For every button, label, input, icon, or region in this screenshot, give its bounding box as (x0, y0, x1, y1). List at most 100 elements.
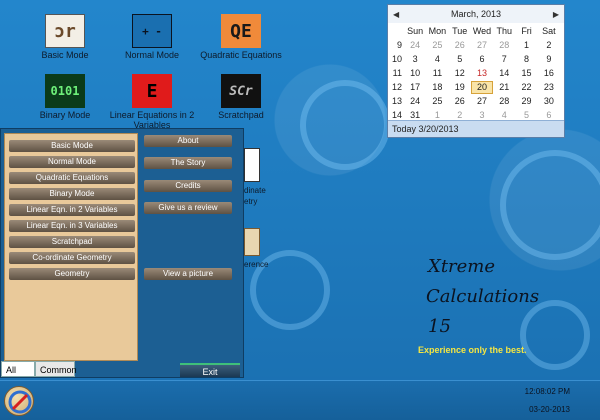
exit-button[interactable]: Exit (180, 363, 240, 377)
calendar-day[interactable]: 27 (471, 39, 493, 52)
normal-mode-icon: + - (132, 14, 172, 48)
calendar-day[interactable]: 25 (426, 39, 448, 52)
menu-item-scratchpad[interactable]: Scratchpad (9, 236, 135, 248)
weekday-label: Wed (472, 26, 492, 36)
scratchpad-icon: SCr (221, 74, 261, 108)
taskbar-time: 12:08:02 PM (524, 387, 570, 396)
calendar-day[interactable]: 12 (449, 67, 471, 80)
tab-all[interactable]: All (1, 361, 35, 377)
week-number: 10 (392, 54, 403, 64)
calendar-today-link[interactable]: Today 3/20/2013 (388, 120, 564, 137)
calendar-day[interactable]: 2 (538, 39, 560, 52)
calendar-day[interactable]: 26 (449, 95, 471, 108)
calendar-day[interactable]: 28 (493, 95, 515, 108)
menu-item-normal-mode[interactable]: Normal Mode (9, 156, 135, 168)
binary-mode-icon: 0101 (45, 74, 85, 108)
taskbar-date: 03-20-2013 (529, 405, 570, 414)
calendar-grid: Sun Mon Tue Wed Thu Fri Sat 9 24 25 26 27 28 1… (388, 23, 564, 122)
week-number-header (392, 25, 404, 38)
desktop-icon-quadratic-equations[interactable]: QE Quadratic Equations (196, 14, 286, 60)
calendar-day[interactable]: 18 (426, 81, 448, 94)
weekday-label: Fri (521, 26, 532, 36)
program-list-panel: Basic Mode Normal Mode Quadratic Equatio… (4, 133, 138, 361)
calendar-day[interactable]: 4 (426, 53, 448, 66)
app-brand: Xtreme Calculations 15 (426, 252, 540, 342)
calendar-day[interactable]: 24 (404, 39, 426, 52)
prev-month-icon[interactable]: ◀ (393, 10, 399, 19)
calendar-day[interactable]: 19 (449, 81, 471, 94)
give-review-button[interactable]: Give us a review (144, 202, 232, 214)
calendar-day[interactable]: 14 (493, 67, 515, 80)
calendar-day[interactable]: 13 (471, 67, 493, 80)
weekday-label: Mon (428, 26, 447, 36)
partial-icon-tile (244, 148, 260, 182)
brand-line-3: 15 (428, 316, 451, 337)
calendar-day[interactable]: 20 (470, 81, 494, 94)
week-number: 12 (392, 82, 403, 92)
weekday-label: Sun (407, 26, 424, 36)
tab-common[interactable]: Common (35, 361, 77, 377)
start-menu: Basic Mode Normal Mode Quadratic Equatio… (0, 128, 244, 378)
desktop-icon-label: Normal Mode (124, 50, 180, 60)
start-button[interactable] (4, 386, 34, 416)
calendar-day[interactable]: 17 (404, 81, 426, 94)
menu-item-geometry[interactable]: Geometry (9, 268, 135, 280)
menu-item-linear-3-variables[interactable]: Linear Eqn. in 3 Variables (9, 220, 135, 232)
calendar-day[interactable]: 24 (404, 95, 426, 108)
brand-line-1: Xtreme (428, 256, 496, 277)
calendar-day[interactable]: 3 (404, 53, 426, 66)
calendar-month-title[interactable]: March, 2013 (451, 9, 501, 19)
desktop-icon-scratchpad[interactable]: SCr Scratchpad (196, 74, 286, 120)
partial-icon-label: etry (244, 197, 258, 206)
next-month-icon[interactable]: ▶ (553, 10, 559, 19)
view-picture-button[interactable]: View a picture (144, 268, 232, 280)
calendar-day[interactable]: 28 (493, 39, 515, 52)
calendar-day[interactable]: 1 (515, 39, 537, 52)
calendar-day[interactable]: 9 (538, 53, 560, 66)
quadratic-equations-icon: QE (221, 14, 261, 48)
calendar-day[interactable]: 10 (404, 67, 426, 80)
calendar-day[interactable]: 29 (515, 95, 537, 108)
menu-item-binary-mode[interactable]: Binary Mode (9, 188, 135, 200)
week-number: 13 (392, 96, 403, 106)
desktop-icon-basic-mode[interactable]: ɔr Basic Mode (20, 14, 110, 60)
linear-equations-icon: E (132, 74, 172, 108)
partial-icon-label: dinate (244, 186, 266, 195)
partial-icon-label: erence (244, 260, 269, 269)
calendar-day[interactable]: 26 (449, 39, 471, 52)
calendar-day[interactable]: 6 (471, 53, 493, 66)
about-button[interactable]: About (144, 135, 232, 147)
desktop-icon-label: Binary Mode (39, 110, 91, 120)
calendar-day[interactable]: 15 (515, 67, 537, 80)
calendar-day[interactable]: 25 (426, 95, 448, 108)
desktop-icon-linear-equations[interactable]: E Linear Equations in 2 Variables (107, 74, 197, 130)
calendar-day[interactable]: 22 (515, 81, 537, 94)
credits-button[interactable]: Credits (144, 180, 232, 192)
the-story-button[interactable]: The Story (144, 157, 232, 169)
desktop-icon-label: Basic Mode (41, 50, 89, 60)
calendar-day[interactable]: 30 (538, 95, 560, 108)
brand-tagline: Experience only the best. (418, 345, 527, 355)
basic-mode-icon: ɔr (45, 14, 85, 48)
desktop-icon-binary-mode[interactable]: 0101 Binary Mode (20, 74, 110, 120)
menu-item-quadratic-equations[interactable]: Quadratic Equations (9, 172, 135, 184)
calendar-day[interactable]: 11 (426, 67, 448, 80)
menu-item-linear-2-variables[interactable]: Linear Eqn. in 2 Variables (9, 204, 135, 216)
taskbar: 12:08:02 PM 03-20-2013 (0, 380, 600, 420)
brand-line-2: Calculations (426, 286, 540, 307)
menu-item-coordinate-geometry[interactable]: Co-ordinate Geometry (9, 252, 135, 264)
calendar-day[interactable]: 21 (493, 81, 515, 94)
desktop-icon-label: Quadratic Equations (200, 50, 282, 60)
calendar-day[interactable]: 7 (493, 53, 515, 66)
desktop-icon-normal-mode[interactable]: + - Normal Mode (107, 14, 197, 60)
calendar-day[interactable]: 27 (471, 95, 493, 108)
calendar-day[interactable]: 5 (449, 53, 471, 66)
weekday-label: Sat (542, 26, 556, 36)
calendar-day[interactable]: 23 (538, 81, 560, 94)
menu-item-basic-mode[interactable]: Basic Mode (9, 140, 135, 152)
desktop-icon-label: Linear Equations in 2 Variables (109, 110, 195, 130)
calendar-day[interactable]: 16 (538, 67, 560, 80)
week-number: 11 (392, 68, 402, 78)
week-number: 9 (396, 40, 402, 50)
calendar-day[interactable]: 8 (515, 53, 537, 66)
